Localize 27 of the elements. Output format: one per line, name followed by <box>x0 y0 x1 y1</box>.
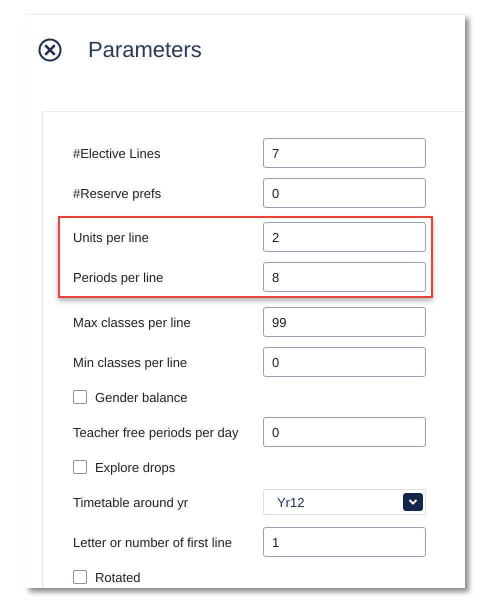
dropdown[interactable]: Yr12 <box>263 489 426 515</box>
field-label: Units per line <box>73 230 150 244</box>
input-field[interactable]: 0 <box>263 178 426 208</box>
input-field[interactable]: 1 <box>263 527 426 557</box>
field-label: Timetable around yr <box>73 494 190 510</box>
chevron-down-icon <box>403 493 423 511</box>
field-label: Teacher free periods per day <box>73 424 240 440</box>
field-label: #Elective Lines <box>73 146 162 160</box>
checkbox-label: Gender balance <box>95 390 188 404</box>
input-field[interactable]: 8 <box>263 262 426 292</box>
input-field[interactable]: 99 <box>263 307 426 337</box>
field-label: Min classes per line <box>73 354 188 370</box>
input-field[interactable]: 0 <box>263 347 426 377</box>
checkbox-label: Explore drops <box>95 460 176 474</box>
field-label: Periods per line <box>73 270 164 284</box>
checkbox[interactable] <box>73 390 87 404</box>
field-label: Max classes per line <box>73 314 192 330</box>
checkbox-label: Rotated <box>95 570 141 584</box>
input-field[interactable]: 0 <box>263 417 426 447</box>
checkbox[interactable] <box>73 570 87 584</box>
field-label: #Reserve prefs <box>73 186 162 200</box>
dialog-title: Parameters <box>88 37 202 63</box>
input-field[interactable]: 2 <box>263 222 426 252</box>
close-icon[interactable] <box>38 38 62 62</box>
checkbox[interactable] <box>73 460 87 474</box>
input-field[interactable]: 7 <box>263 138 426 168</box>
field-label: Letter or number of first line <box>73 534 233 550</box>
